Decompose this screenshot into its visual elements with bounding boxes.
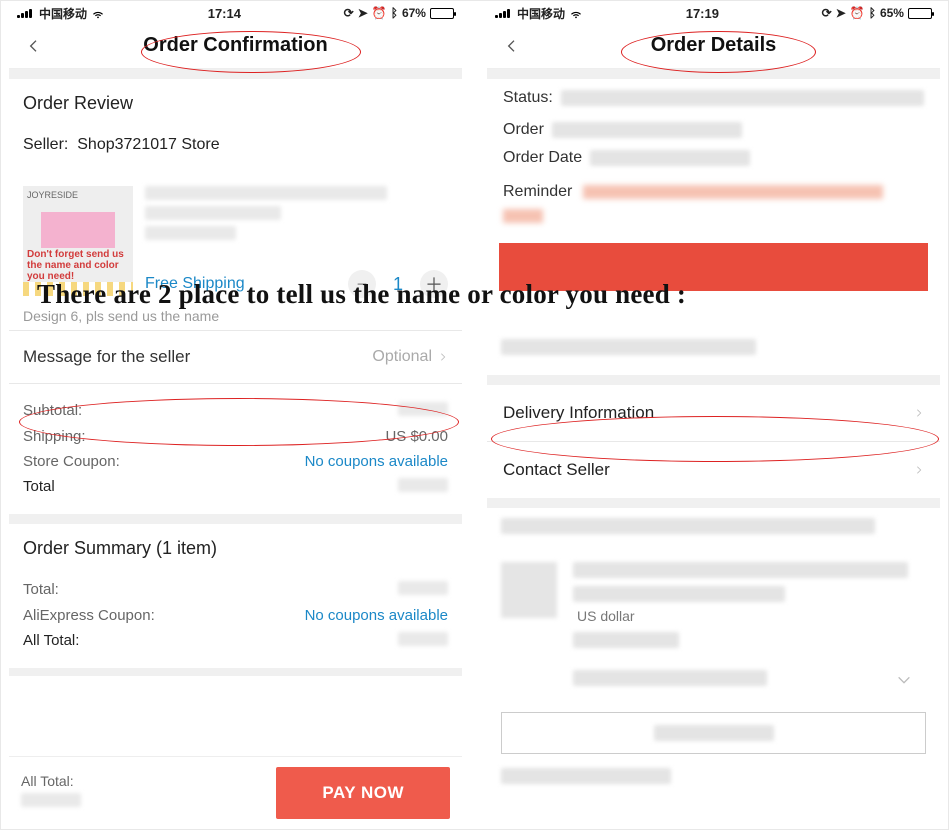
shipping-label: Shipping: — [23, 428, 86, 445]
seller-label: Seller: — [23, 136, 68, 153]
checkout-footer: All Total: PAY NOW — [9, 756, 462, 829]
reminder-label: Reminder — [503, 183, 572, 200]
bluetooth-icon: ᛒ — [869, 6, 876, 20]
phone-order-details: 中国移动 17:19 ⟳ ➤ ⏰ ᛒ 65% Order Details Sta… — [487, 1, 940, 829]
pay-now-button[interactable]: PAY NOW — [276, 767, 450, 819]
chevron-right-icon — [438, 350, 448, 364]
order-action-button[interactable] — [501, 712, 926, 754]
chevron-down-icon[interactable] — [896, 672, 926, 693]
page-title: Order Confirmation — [9, 34, 462, 57]
product-thumbnail — [501, 562, 557, 618]
location-icon: ➤ — [836, 6, 846, 20]
status-time: 17:14 — [208, 6, 241, 21]
carrier-label: 中国移动 — [39, 5, 87, 22]
ali-coupon-link[interactable]: No coupons available — [305, 607, 448, 624]
order-review-heading: Order Review — [23, 93, 448, 114]
chevron-right-icon — [914, 406, 924, 420]
phone-order-confirmation: 中国移动 17:14 ⟳ ➤ ⏰ ᛒ 67% Order Confirmatio… — [9, 1, 462, 829]
back-button[interactable] — [495, 29, 529, 63]
back-button[interactable] — [17, 29, 51, 63]
order-review-section: Order Review Seller: Shop3721017 Store — [9, 79, 462, 168]
status-bar: 中国移动 17:14 ⟳ ➤ ⏰ ᛒ 67% — [9, 1, 462, 23]
chevron-right-icon — [914, 463, 924, 477]
footer-all-total-label: All Total: — [21, 773, 81, 789]
product-item[interactable]: JOYRESIDE Don't forget send us the name … — [9, 168, 462, 308]
qty-plus-button[interactable]: ＋ — [420, 270, 448, 298]
battery-percent: 65% — [880, 6, 904, 20]
order-product-item[interactable]: US dollar — [487, 554, 940, 702]
battery-icon — [908, 8, 932, 19]
contact-seller-label: Contact Seller — [503, 460, 610, 480]
bluetooth-icon: ᛒ — [391, 6, 398, 20]
carrier-label: 中国移动 — [517, 5, 565, 22]
rotation-lock-icon: ⟳ — [344, 6, 354, 20]
signal-icon — [495, 8, 513, 18]
nav-header: Order Details — [487, 23, 940, 69]
status-label: Status: — [503, 89, 553, 107]
order-label: Order — [503, 121, 544, 139]
message-seller-row[interactable]: Message for the seller Optional — [9, 331, 462, 383]
rotation-lock-icon: ⟳ — [822, 6, 832, 20]
location-icon: ➤ — [358, 6, 368, 20]
seller-name: Shop3721017 Store — [77, 136, 219, 153]
all-total-label: All Total: — [23, 632, 79, 650]
subtotal-label: Subtotal: — [23, 402, 82, 420]
status-bar: 中国移动 17:19 ⟳ ➤ ⏰ ᛒ 65% — [487, 1, 940, 23]
delivery-info-row[interactable]: Delivery Information — [487, 385, 940, 441]
alarm-icon: ⏰ — [850, 6, 865, 20]
nav-header: Order Confirmation — [9, 23, 462, 69]
reminder-banner — [499, 243, 928, 291]
status-time: 17:19 — [686, 6, 719, 21]
store-coupon-label: Store Coupon: — [23, 453, 120, 470]
order-summary-heading: Order Summary (1 item) — [23, 538, 448, 559]
summary-total-label: Total: — [23, 581, 59, 599]
order-date-label: Order Date — [503, 149, 582, 167]
qty-value: 1 — [390, 274, 406, 295]
shipping-link[interactable]: Free Shipping — [145, 275, 245, 293]
price-breakdown: Subtotal: Shipping: US $0.00 Store Coupon… — [9, 384, 462, 514]
product-thumbnail: JOYRESIDE Don't forget send us the name … — [23, 186, 133, 296]
store-coupon-link[interactable]: No coupons available — [305, 453, 448, 470]
signal-icon — [17, 8, 35, 18]
message-seller-label: Message for the seller — [23, 347, 190, 367]
battery-percent: 67% — [402, 6, 426, 20]
total-label: Total — [23, 478, 55, 496]
wifi-icon — [569, 6, 583, 20]
currency-note: US dollar — [577, 608, 926, 624]
alarm-icon: ⏰ — [372, 6, 387, 20]
ali-coupon-label: AliExpress Coupon: — [23, 607, 155, 624]
page-title: Order Details — [487, 34, 940, 57]
delivery-info-label: Delivery Information — [503, 403, 654, 423]
order-summary-section: Order Summary (1 item) — [9, 524, 462, 573]
wifi-icon — [91, 6, 105, 20]
shipping-value: US $0.00 — [385, 428, 448, 445]
variant-note: Design 6, pls send us the name — [9, 308, 462, 330]
message-seller-hint: Optional — [372, 348, 432, 366]
qty-minus-button[interactable]: − — [348, 270, 376, 298]
thumb-brand: JOYRESIDE — [27, 190, 133, 200]
contact-seller-row[interactable]: Contact Seller — [487, 442, 940, 498]
thumb-note: Don't forget send us the name and color … — [23, 247, 133, 282]
battery-icon — [430, 8, 454, 19]
